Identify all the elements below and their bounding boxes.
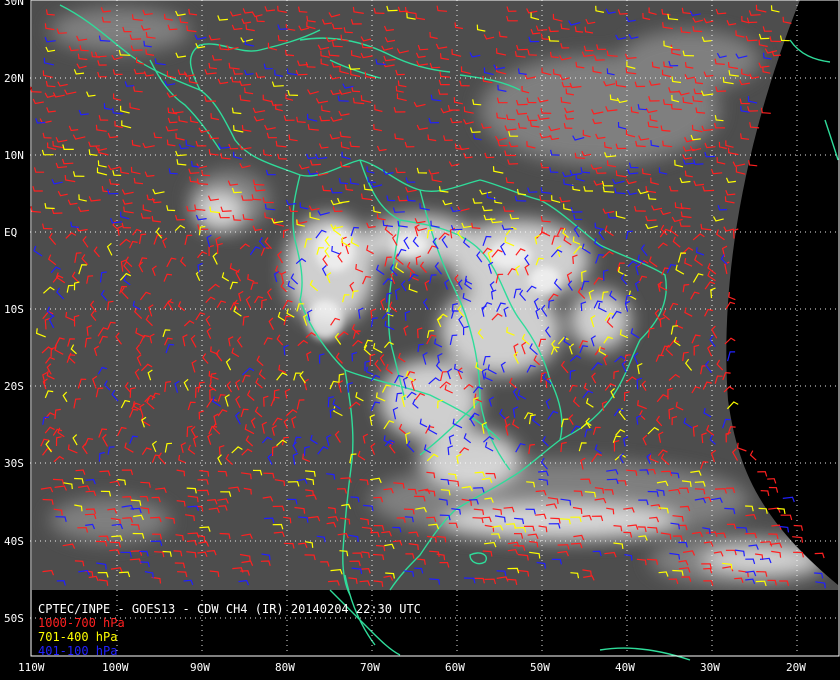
lon-label-60w: 60W — [445, 661, 465, 674]
lon-label-70w: 70W — [360, 661, 380, 674]
lon-label-100w: 100W — [102, 661, 129, 674]
lat-label-30n: 30N — [4, 0, 24, 8]
lat-label-30s: 30S — [4, 457, 24, 470]
legend-low-level: 1000-700 hPa — [38, 616, 125, 630]
satellite-map — [0, 0, 840, 680]
lat-label-10s: 10S — [4, 303, 24, 316]
map-title: CPTEC/INPE - GOES13 - CDW CH4 (IR) 20140… — [38, 602, 421, 616]
lat-label-10n: 10N — [4, 149, 24, 162]
ir-imagery — [32, 0, 838, 590]
lon-label-110w: 110W — [18, 661, 45, 674]
legend-mid-level: 701-400 hPa — [38, 630, 118, 644]
lon-label-50w: 50W — [530, 661, 550, 674]
lon-label-40w: 40W — [615, 661, 635, 674]
lat-label-20s: 20S — [4, 380, 24, 393]
lat-label-eq: EQ — [4, 226, 18, 239]
lat-label-40s: 40S — [4, 535, 24, 548]
lat-label-50s: 50S — [4, 612, 24, 625]
lat-label-20n: 20N — [4, 72, 24, 85]
lon-label-20w: 20W — [786, 661, 806, 674]
lon-label-30w: 30W — [700, 661, 720, 674]
legend-upper-level: 401-100 hPa — [38, 644, 118, 658]
lon-label-80w: 80W — [275, 661, 295, 674]
lon-label-90w: 90W — [190, 661, 210, 674]
map-caption: CPTEC/INPE - GOES13 - CDW CH4 (IR) 20140… — [38, 602, 421, 658]
